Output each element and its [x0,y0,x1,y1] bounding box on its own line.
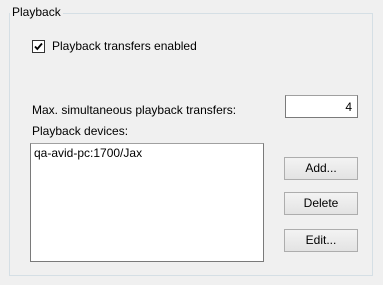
playback-enabled-checkbox[interactable] [32,39,45,53]
list-item[interactable]: qa-avid-pc:1700/Jax [34,146,142,160]
playback-devices-label: Playback devices: [32,124,129,138]
edit-button[interactable]: Edit... [284,229,358,252]
playback-devices-list[interactable]: qa-avid-pc:1700/Jax [30,143,264,262]
playback-enabled-label[interactable]: Playback transfers enabled [52,39,197,53]
max-transfers-input[interactable]: 4 [285,95,358,118]
max-transfers-label: Max. simultaneous playback transfers: [32,103,237,117]
playback-settings-panel: Playback Playback transfers enabled Max.… [0,0,383,285]
delete-button[interactable]: Delete [284,192,358,215]
checkmark-icon [34,42,43,50]
add-button[interactable]: Add... [284,157,358,180]
playback-group-title: Playback [10,5,63,19]
playback-enabled-row[interactable]: Playback transfers enabled [32,38,197,54]
